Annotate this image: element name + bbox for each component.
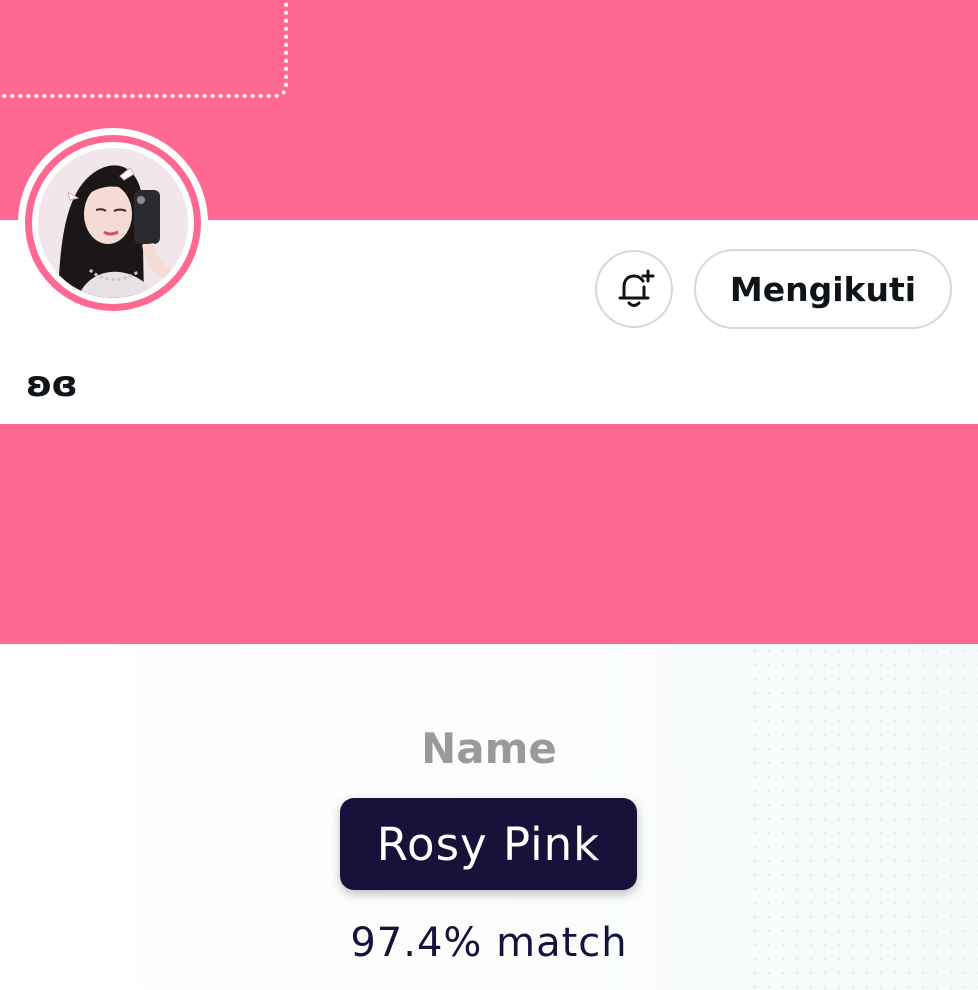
dotted-frame [0,0,288,98]
avatar-ring [18,128,208,318]
color-name-label: Name [421,724,557,773]
bell-plus-icon [618,269,655,307]
match-percentage: 97.4% match [350,920,628,966]
display-name: ʚɞ [26,364,78,405]
color-swatch [0,424,978,644]
profile-photo [38,148,188,298]
avatar[interactable] [38,148,188,298]
following-button[interactable]: Mengikuti [694,249,952,329]
notification-button[interactable] [595,250,673,328]
color-name-badge: Rosy Pink [340,798,637,890]
